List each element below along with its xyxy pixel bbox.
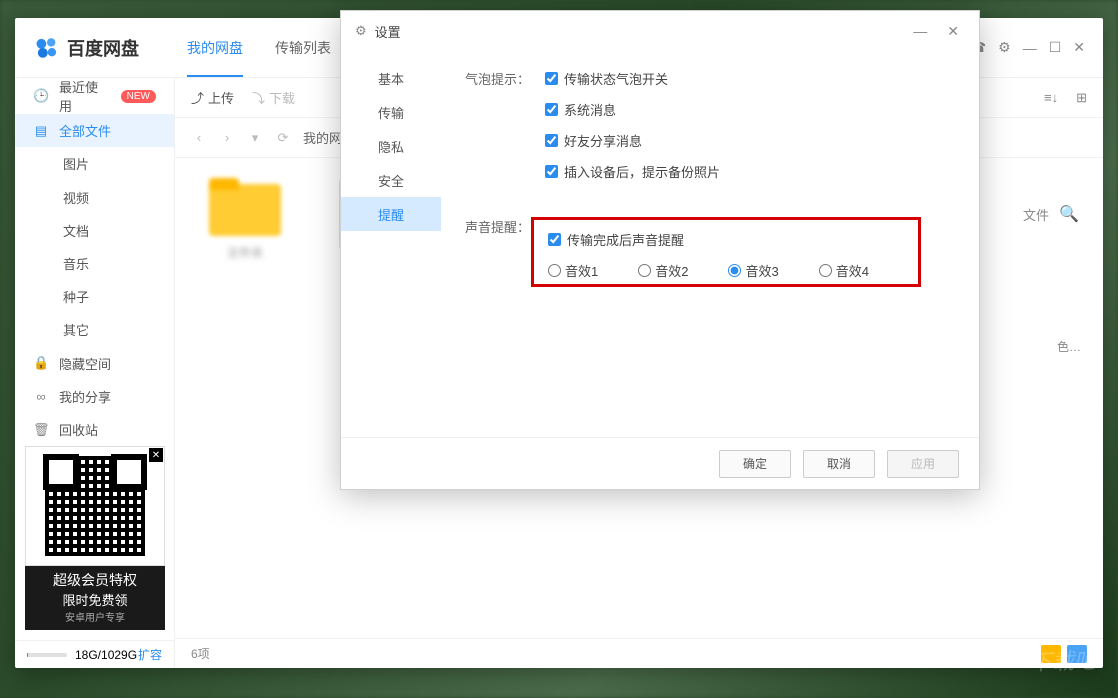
window-controls: ☎ ⚙ — ☐ ✕: [969, 39, 1085, 56]
footer-badge-2[interactable]: [1067, 645, 1087, 663]
gear-icon: ⚙: [355, 23, 367, 39]
view-list-icon[interactable]: ≡↓: [1044, 90, 1058, 105]
apply-button[interactable]: 应用: [887, 450, 959, 478]
upload-icon: ⤴: [191, 88, 204, 107]
nav-forward-icon[interactable]: ›: [219, 130, 235, 145]
chk-device-backup[interactable]: 插入设备后，提示备份照片: [545, 162, 955, 181]
modal-nav: 基本 传输 隐私 安全 提醒: [341, 51, 441, 437]
sidebar-item-music[interactable]: 音乐: [15, 247, 174, 280]
mnav-transfer[interactable]: 传输: [341, 95, 441, 129]
chk-transfer-bubble[interactable]: 传输状态气泡开关: [545, 69, 955, 88]
storage-bar: [27, 653, 67, 657]
minimize-icon[interactable]: —: [1023, 40, 1037, 56]
folder-icon: [209, 178, 281, 236]
chk-system-msg[interactable]: 系统消息: [545, 100, 955, 119]
modal-title: 设置: [375, 22, 401, 41]
main-tabs: 我的网盘 传输列表: [171, 18, 347, 77]
mnav-security[interactable]: 安全: [341, 163, 441, 197]
promo-line3: 安卓用户专享: [25, 609, 165, 624]
storage-expand-link[interactable]: 扩容: [138, 646, 162, 663]
sidebar-item-other[interactable]: 其它: [15, 313, 174, 346]
sidebar-item-recent[interactable]: 🕒最近使用NEW: [15, 78, 174, 114]
app-title: 百度网盘: [67, 35, 139, 61]
mnav-basic[interactable]: 基本: [341, 61, 441, 95]
modal-close-icon[interactable]: ✕: [941, 23, 965, 40]
download-icon: ⤵: [252, 88, 265, 107]
close-icon[interactable]: ✕: [1073, 39, 1085, 56]
qr-code: [25, 446, 165, 566]
tab-my-cloud[interactable]: 我的网盘: [171, 18, 259, 77]
cancel-button[interactable]: 取消: [803, 450, 875, 478]
app-logo: 百度网盘: [33, 34, 139, 62]
chk-sound-complete[interactable]: 传输完成后声音提醒: [548, 230, 904, 249]
sidebar-item-hidden[interactable]: 🔒隐藏空间: [15, 347, 174, 380]
sound-highlight-box: 传输完成后声音提醒 音效1 音效2 音效3 音效4: [531, 217, 921, 287]
nav-back-icon[interactable]: ‹: [191, 130, 207, 145]
search-icon[interactable]: 🔍: [1053, 198, 1085, 230]
maximize-icon[interactable]: ☐: [1049, 39, 1062, 56]
radio-sound-2[interactable]: 音效2: [638, 261, 688, 280]
sidebar-item-shares[interactable]: ∞我的分享: [15, 380, 174, 413]
sidebar-item-images[interactable]: 图片: [15, 147, 174, 180]
ok-button[interactable]: 确定: [719, 450, 791, 478]
file-item[interactable]: 文件夹: [195, 178, 295, 261]
bubble-label: 气泡提示：: [465, 69, 545, 193]
radio-sound-4[interactable]: 音效4: [819, 261, 869, 280]
gear-icon[interactable]: ⚙: [998, 39, 1011, 56]
nav-dropdown-icon[interactable]: ▾: [247, 130, 263, 146]
modal-content: 气泡提示： 传输状态气泡开关 系统消息 好友分享消息 插入设备后，提示备份照片 …: [441, 51, 979, 437]
clock-icon: 🕒: [33, 88, 49, 104]
view-grid-icon[interactable]: ⊞: [1076, 90, 1087, 106]
promo-line1: 超级会员特权: [25, 570, 165, 590]
sidebar-item-trash[interactable]: 🗑回收站: [15, 413, 174, 446]
upload-button[interactable]: ⤴上传: [191, 88, 234, 107]
status-bar: 6项: [175, 638, 1103, 668]
lock-icon: 🔒: [33, 355, 49, 371]
storage-info: 18G/1029G 扩容: [15, 640, 174, 668]
chk-friend-share[interactable]: 好友分享消息: [545, 131, 955, 150]
mnav-reminder[interactable]: 提醒: [341, 197, 441, 231]
sidebar: 🕒最近使用NEW ▤全部文件 图片 视频 文档 音乐 种子 其它 🔒隐藏空间 ∞…: [15, 78, 175, 668]
search-result-text: 色…: [1057, 338, 1081, 355]
sidebar-item-all-files[interactable]: ▤全部文件: [15, 114, 174, 147]
file-name-blurred: 文件夹: [195, 244, 295, 261]
radio-sound-1[interactable]: 音效1: [548, 261, 598, 280]
download-button[interactable]: ⤵下载: [252, 88, 295, 107]
cloud-logo-icon: [33, 34, 61, 62]
new-badge: NEW: [121, 90, 156, 103]
radio-sound-3[interactable]: 音效3: [728, 261, 778, 280]
nav-refresh-icon[interactable]: ⟳: [275, 130, 291, 146]
share-icon: ∞: [33, 389, 49, 404]
mnav-privacy[interactable]: 隐私: [341, 129, 441, 163]
sidebar-item-videos[interactable]: 视频: [15, 180, 174, 213]
trash-icon: 🗑: [33, 422, 49, 438]
sidebar-item-torrents[interactable]: 种子: [15, 280, 174, 313]
file-icon: ▤: [33, 123, 49, 139]
footer-badge-1[interactable]: [1041, 645, 1061, 663]
tab-transfers[interactable]: 传输列表: [259, 18, 347, 77]
promo-line2: 限时免费领: [25, 590, 165, 609]
modal-footer: 确定 取消 应用: [341, 437, 979, 489]
sidebar-item-docs[interactable]: 文档: [15, 214, 174, 247]
search-panel: 文件 🔍: [1023, 198, 1085, 230]
promo-close-icon[interactable]: ✕: [149, 448, 163, 462]
storage-text: 18G/1029G: [75, 648, 137, 662]
search-placeholder: 文件: [1023, 205, 1049, 224]
promo-panel: ✕ 超级会员特权 限时免费领 安卓用户专享: [25, 446, 165, 630]
modal-header: ⚙ 设置 — ✕: [341, 11, 979, 51]
settings-modal: ⚙ 设置 — ✕ 基本 传输 隐私 安全 提醒 气泡提示： 传输状态气泡开关 系…: [340, 10, 980, 490]
item-count: 6项: [191, 645, 210, 662]
modal-minimize-icon[interactable]: —: [907, 23, 933, 39]
